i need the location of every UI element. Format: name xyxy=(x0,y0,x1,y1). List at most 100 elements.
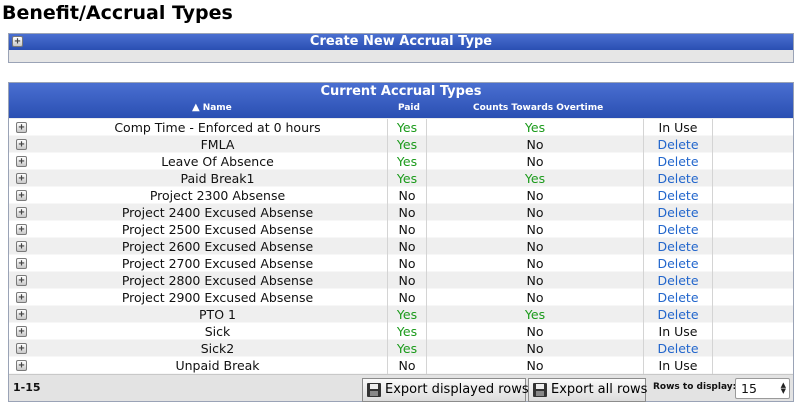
expand-row-icon[interactable]: + xyxy=(16,309,27,320)
column-header-name-label: Name xyxy=(202,103,232,113)
table-row: + Leave Of Absence Yes No Delete xyxy=(9,153,793,170)
paid-value: Yes xyxy=(387,119,427,136)
paid-value: No xyxy=(387,272,427,289)
delete-link[interactable]: Delete xyxy=(643,153,713,170)
expand-row-icon[interactable]: + xyxy=(16,224,27,235)
delete-link[interactable]: Delete xyxy=(643,340,713,357)
expand-row-icon[interactable]: + xyxy=(16,190,27,201)
overtime-value: No xyxy=(526,324,544,339)
table-row: + FMLA Yes No Delete xyxy=(9,136,793,153)
table-row: + Sick Yes No In Use xyxy=(9,323,793,340)
delete-link[interactable]: Delete xyxy=(643,238,713,255)
table-row: + Paid Break1 Yes Yes Delete xyxy=(9,170,793,187)
column-header-name[interactable]: ▲ Name xyxy=(192,101,232,115)
expand-row-icon[interactable]: + xyxy=(16,275,27,286)
table-row: + PTO 1 Yes Yes Delete xyxy=(9,306,793,323)
paid-value: Yes xyxy=(387,340,427,357)
overtime-value: No xyxy=(526,273,544,288)
paid-value: No xyxy=(387,238,427,255)
table-row: + Project 2500 Excused Absense No No Delete xyxy=(9,221,793,238)
export-all-rows-button[interactable]: Export all rows xyxy=(528,378,648,402)
delete-link[interactable]: Delete xyxy=(643,204,713,221)
paid-value: Yes xyxy=(387,170,427,187)
overtime-value: No xyxy=(526,358,544,373)
rows-to-display-label: Rows to display: xyxy=(653,382,737,392)
grid-rows: + Comp Time - Enforced at 0 hours Yes Yes In… xyxy=(9,119,793,374)
table-row: + Unpaid Break No No In Use xyxy=(9,357,793,374)
table-row: + Project 2900 Excused Absense No No Delete xyxy=(9,289,793,306)
accrual-name: Unpaid Break xyxy=(175,358,260,373)
overtime-value: No xyxy=(526,154,544,169)
delete-link[interactable]: Delete xyxy=(643,255,713,272)
row-range: 1-15 xyxy=(13,381,41,394)
create-accrual-panel: + Create New Accrual Type xyxy=(8,33,794,63)
paid-value: Yes xyxy=(387,323,427,340)
overtime-value: No xyxy=(526,239,544,254)
table-row: + Project 2300 Absense No No Delete xyxy=(9,187,793,204)
paid-value: No xyxy=(387,255,427,272)
expand-row-icon[interactable]: + xyxy=(16,343,27,354)
accrual-name: PTO 1 xyxy=(199,307,236,322)
overtime-value: No xyxy=(526,188,544,203)
save-icon xyxy=(533,383,547,397)
overtime-value: Yes xyxy=(524,120,546,135)
expand-row-icon[interactable]: + xyxy=(16,139,27,150)
expand-row-icon[interactable]: + xyxy=(16,326,27,337)
paid-value: No xyxy=(387,289,427,306)
column-header-overtime[interactable]: Counts Towards Overtime xyxy=(473,101,603,115)
export-displayed-rows-label: Export displayed rows xyxy=(385,382,529,397)
expand-row-icon[interactable]: + xyxy=(16,258,27,269)
accrual-name: Leave Of Absence xyxy=(161,154,274,169)
expand-row-icon[interactable]: + xyxy=(16,156,27,167)
export-displayed-rows-button[interactable]: Export displayed rows xyxy=(362,378,529,402)
accrual-name: Project 2300 Absense xyxy=(149,188,286,203)
current-accrual-grid: Current Accrual Types ▲ Name Paid Counts … xyxy=(8,82,794,402)
delete-link[interactable]: Delete xyxy=(643,221,713,238)
column-header-paid[interactable]: Paid xyxy=(398,101,420,115)
accrual-name: Project 2500 Excused Absense xyxy=(121,222,314,237)
table-row: + Sick2 Yes No Delete xyxy=(9,340,793,357)
overtime-value: No xyxy=(526,205,544,220)
delete-link[interactable]: Delete xyxy=(643,170,713,187)
rows-to-display-select[interactable]: 15 ▲ ▼ xyxy=(735,378,790,399)
table-row: + Project 2400 Excused Absense No No Delete xyxy=(9,204,793,221)
delete-link[interactable]: Delete xyxy=(643,306,713,323)
paid-value: Yes xyxy=(387,153,427,170)
paid-value: No xyxy=(387,357,427,374)
rows-to-display-value: 15 xyxy=(741,381,757,396)
table-row: + Project 2800 Excused Absense No No Delete xyxy=(9,272,793,289)
grid-title: Current Accrual Types xyxy=(320,84,482,99)
paid-value: Yes xyxy=(387,306,427,323)
expand-row-icon[interactable]: + xyxy=(16,292,27,303)
table-row: + Project 2600 Excused Absense No No Delete xyxy=(9,238,793,255)
accrual-name: Project 2400 Excused Absense xyxy=(121,205,314,220)
table-row: + Comp Time - Enforced at 0 hours Yes Yes In… xyxy=(9,119,793,136)
delete-link[interactable]: Delete xyxy=(643,136,713,153)
delete-link[interactable]: Delete xyxy=(643,289,713,306)
spinner-arrows-icon: ▲ ▼ xyxy=(780,381,786,395)
delete-link[interactable]: Delete xyxy=(643,187,713,204)
accrual-name: Project 2900 Excused Absense xyxy=(121,290,314,305)
create-accrual-header[interactable]: + Create New Accrual Type xyxy=(9,34,793,50)
expand-icon[interactable]: + xyxy=(12,36,23,47)
page-title: Benefit/Accrual Types xyxy=(2,2,233,24)
expand-row-icon[interactable]: + xyxy=(16,360,27,371)
accrual-name: Paid Break1 xyxy=(180,171,255,186)
paid-value: No xyxy=(387,221,427,238)
expand-row-icon[interactable]: + xyxy=(16,122,27,133)
expand-row-icon[interactable]: + xyxy=(16,241,27,252)
expand-row-icon[interactable]: + xyxy=(16,207,27,218)
accrual-name: Sick xyxy=(204,324,231,339)
accrual-name: Comp Time - Enforced at 0 hours xyxy=(114,120,321,135)
overtime-value: No xyxy=(526,222,544,237)
delete-link[interactable]: Delete xyxy=(643,272,713,289)
expand-row-icon[interactable]: + xyxy=(16,173,27,184)
accrual-name: FMLA xyxy=(200,137,235,152)
export-all-rows-label: Export all rows xyxy=(551,382,648,397)
grid-header: Current Accrual Types ▲ Name Paid Counts … xyxy=(9,83,793,118)
overtime-value: Yes xyxy=(524,307,546,322)
paid-value: Yes xyxy=(387,136,427,153)
paid-value: No xyxy=(387,187,427,204)
in-use-label: In Use xyxy=(643,323,713,340)
overtime-value: No xyxy=(526,341,544,356)
